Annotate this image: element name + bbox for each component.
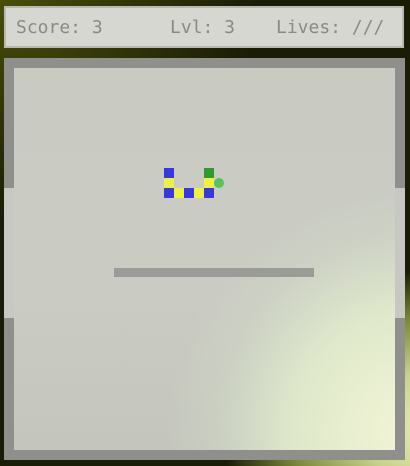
game-board[interactable] [4,58,405,460]
inner-wall-obstacle [114,268,314,277]
food-pellet [214,178,224,188]
snake-segment [194,188,204,198]
hud-bar: Score: 3 Lvl: 3 Lives: /// [4,6,404,48]
snake-segment [184,188,194,198]
play-area [14,68,395,450]
snake-segment [174,188,184,198]
level-display: Lvl: 3 [170,17,236,38]
snake-segment [204,178,214,188]
score-display: Score: 3 [16,17,103,38]
snake-segment [204,188,214,198]
snake-head [204,168,214,178]
snake-segment [164,178,174,188]
snake-segment [164,168,174,178]
snake-segment [164,188,174,198]
lives-display: Lives: /// [276,17,385,38]
